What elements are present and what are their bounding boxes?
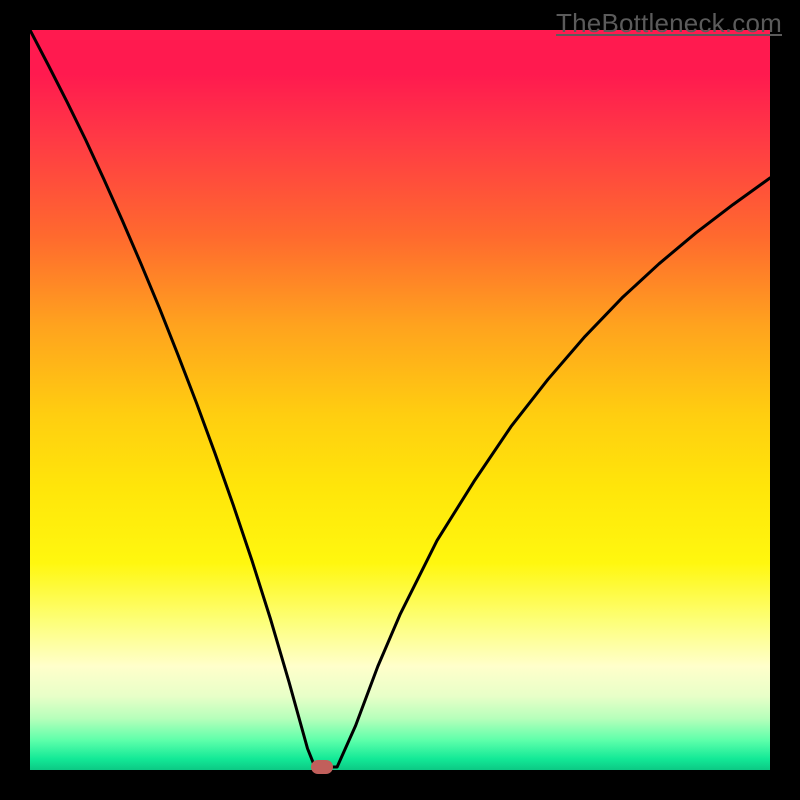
- bottleneck-curve: [30, 30, 770, 770]
- minimum-marker: [311, 760, 333, 774]
- chart-frame: TheBottleneck.com: [0, 0, 800, 800]
- plot-area: [30, 30, 770, 770]
- attribution-link[interactable]: TheBottleneck.com: [556, 8, 782, 39]
